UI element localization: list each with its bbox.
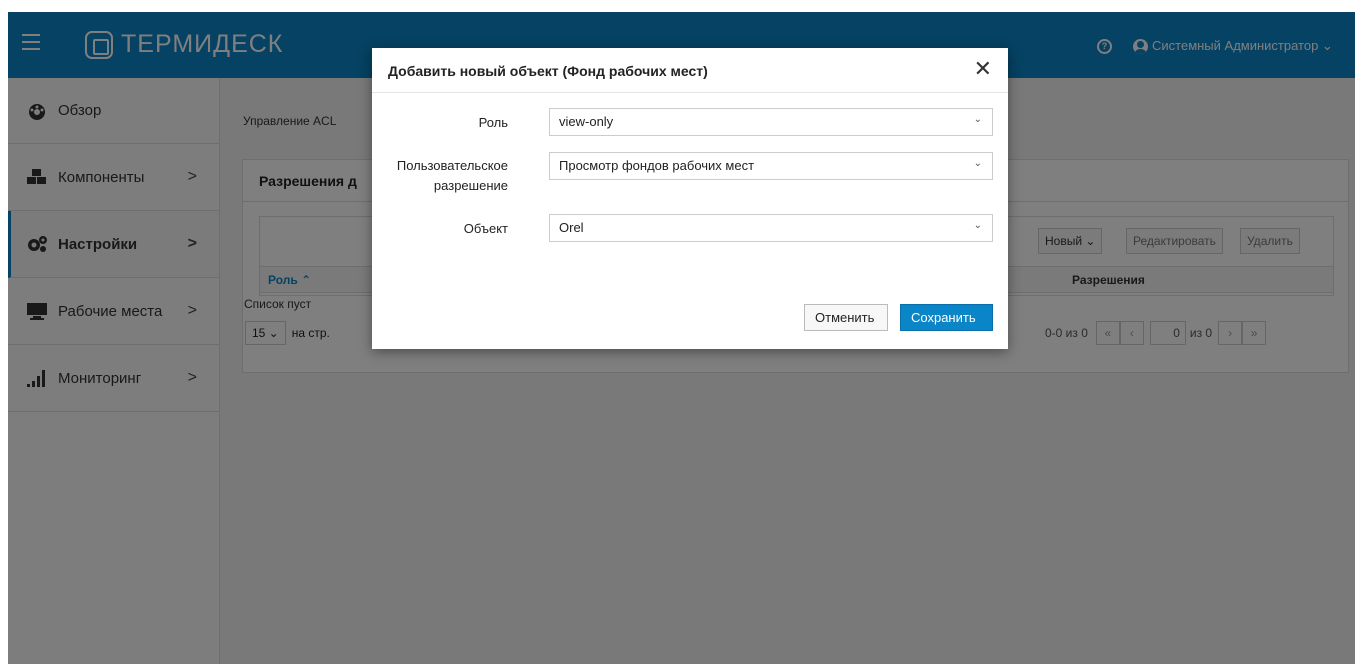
dialog-title: Добавить новый объект (Фонд рабочих мест… xyxy=(388,63,708,79)
custom-permission-select-value: Просмотр фондов рабочих мест xyxy=(559,158,755,173)
custom-permission-select[interactable]: Просмотр фондов рабочих мест ⌄ xyxy=(549,152,993,180)
cancel-button[interactable]: Отменить xyxy=(804,304,888,331)
add-object-dialog: Добавить новый объект (Фонд рабочих мест… xyxy=(372,48,1008,349)
custom-permission-label-line2: разрешение xyxy=(433,178,508,193)
object-select-value: Orel xyxy=(559,220,584,235)
custom-permission-label: Пользовательское разрешение xyxy=(397,156,508,196)
save-button[interactable]: Сохранить xyxy=(900,304,993,331)
object-label: Объект xyxy=(463,221,508,236)
custom-permission-label-line1: Пользовательское xyxy=(396,158,508,173)
object-select[interactable]: Orel ⌄ xyxy=(549,214,993,242)
chevron-down-icon: ⌄ xyxy=(973,114,982,125)
role-select[interactable]: view-only ⌄ xyxy=(549,108,993,136)
role-select-value: view-only xyxy=(559,114,614,129)
chevron-down-icon: ⌄ xyxy=(973,158,982,169)
chevron-down-icon: ⌄ xyxy=(973,220,982,231)
dialog-header: Добавить новый объект (Фонд рабочих мест… xyxy=(372,48,1008,93)
close-icon[interactable]: ✕ xyxy=(974,58,992,80)
role-label: Роль xyxy=(478,115,508,130)
